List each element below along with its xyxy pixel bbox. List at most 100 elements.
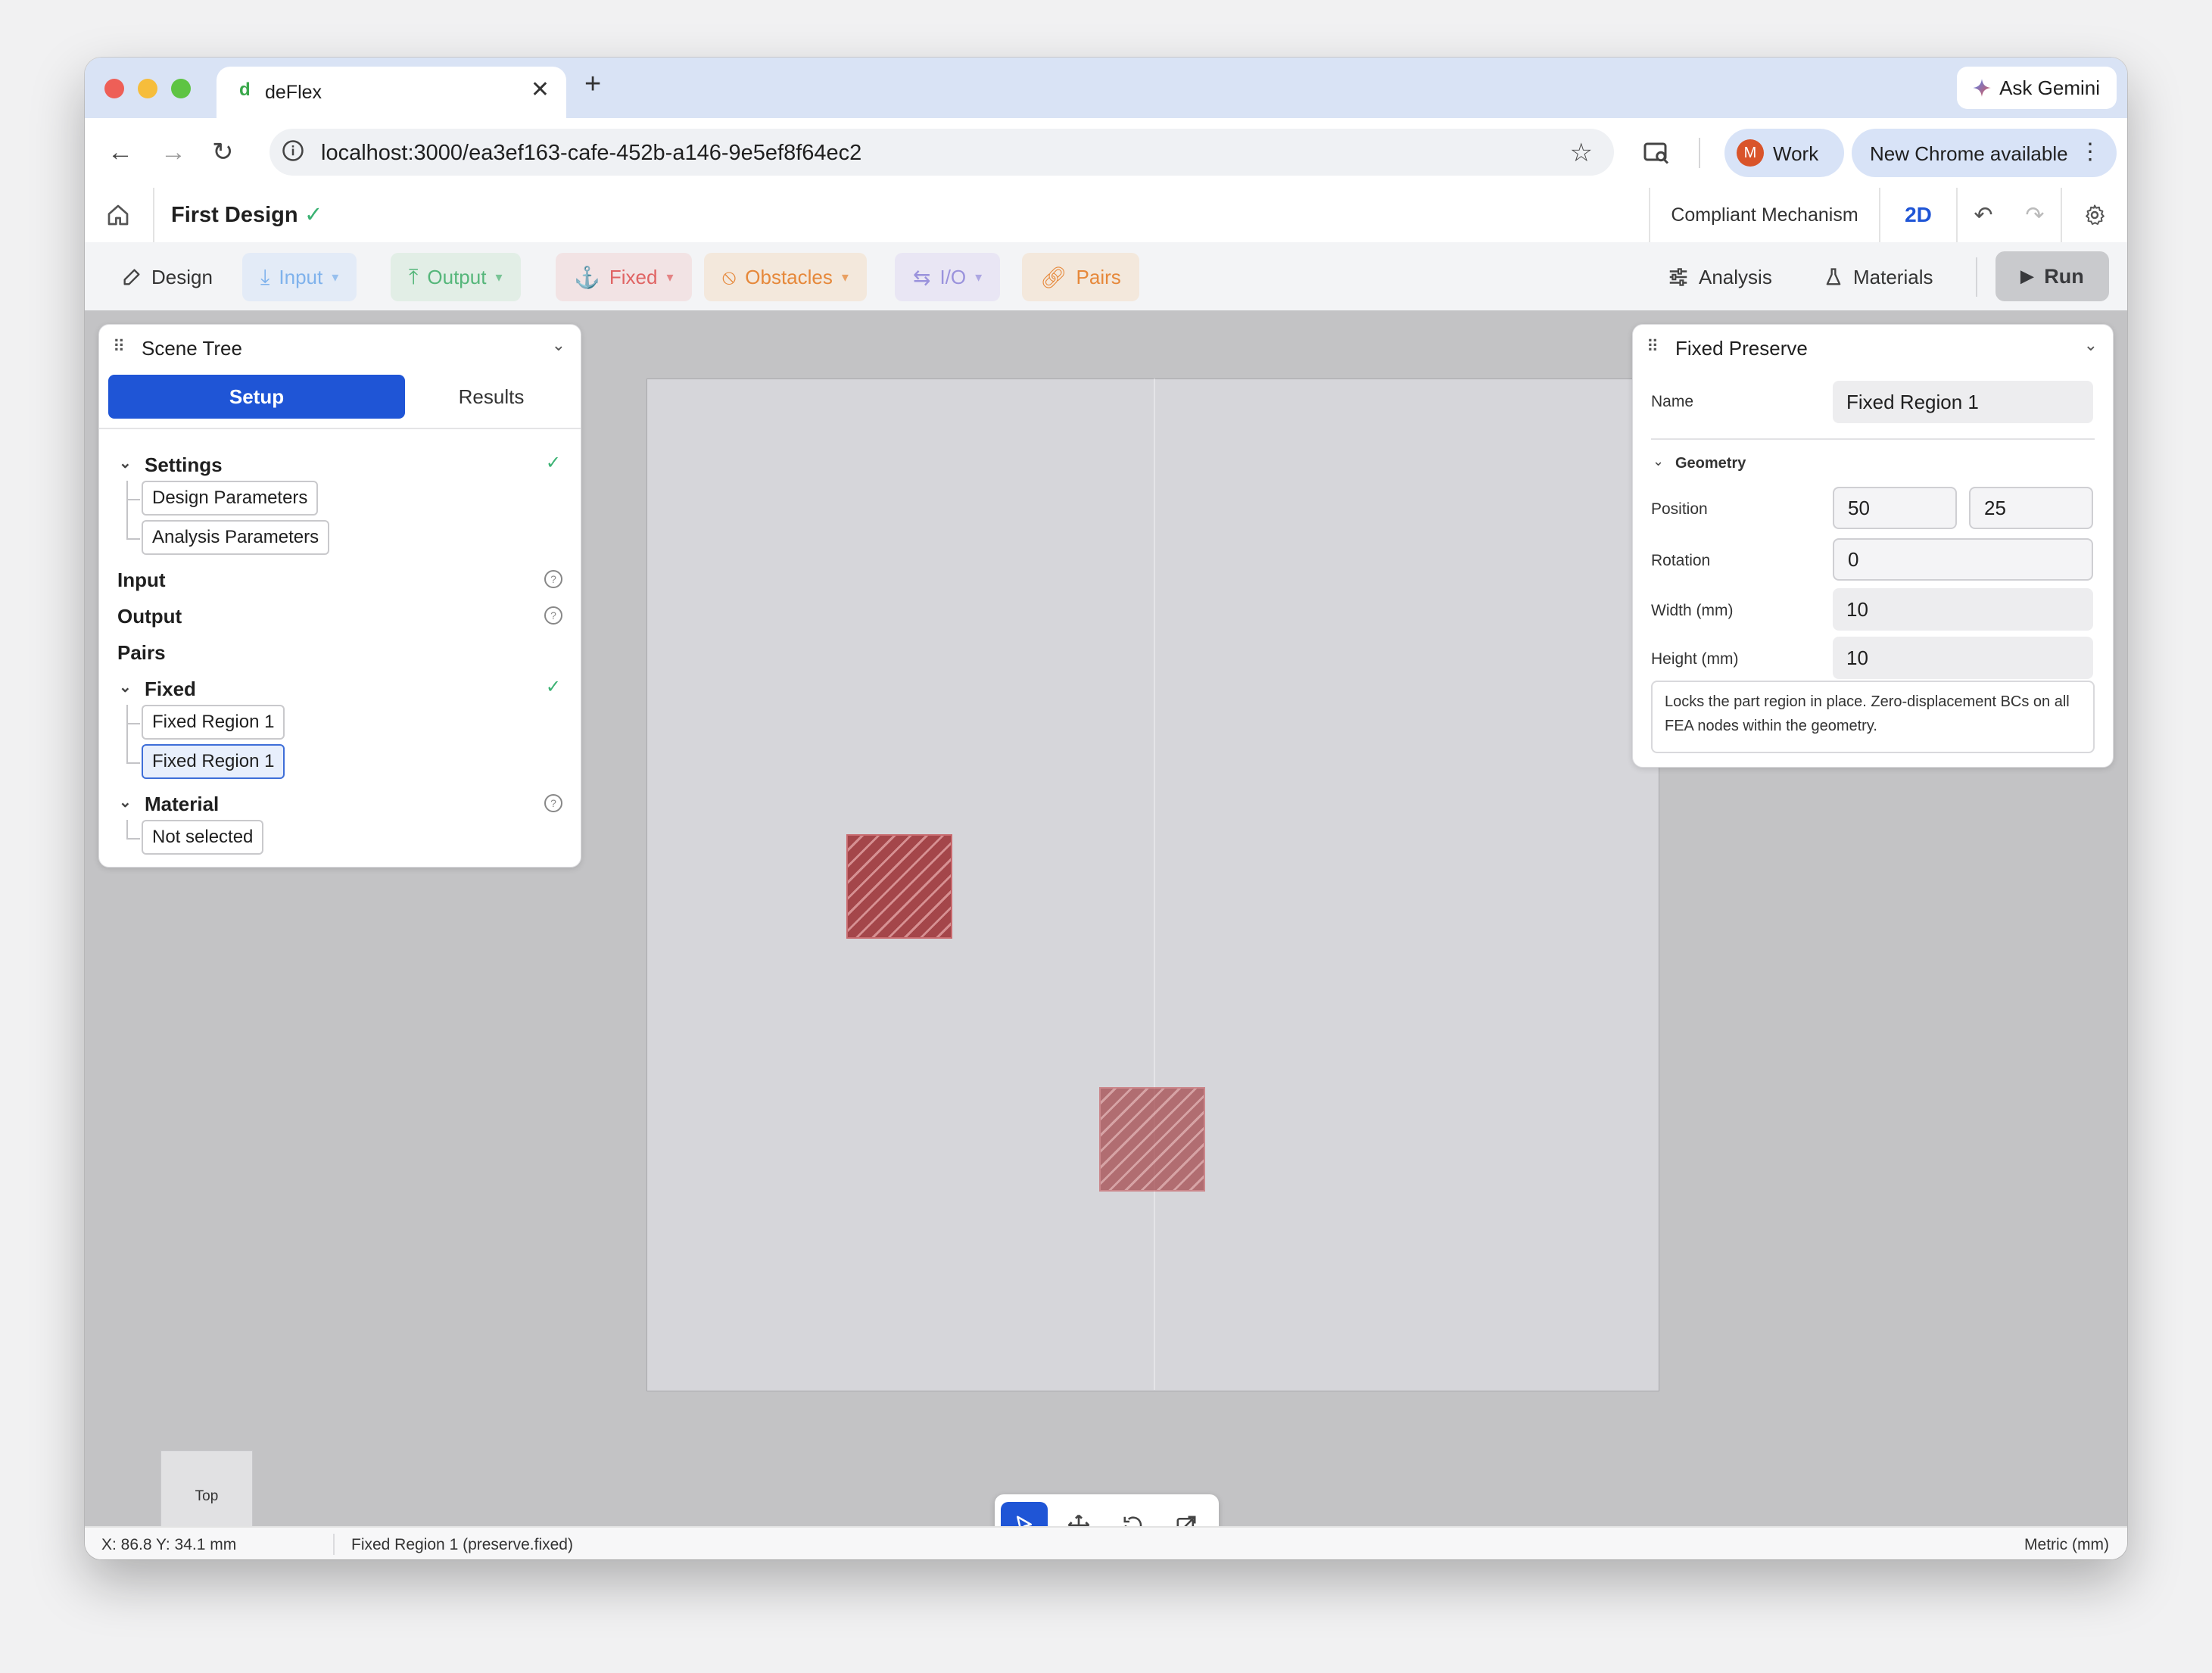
panel-header[interactable]: ⠿ Fixed Preserve ⌄ — [1633, 325, 2113, 369]
site-info-icon[interactable] — [282, 139, 304, 162]
tree-node-fixed[interactable]: ⌄ Fixed ✓ — [99, 671, 581, 705]
name-field[interactable]: Fixed Region 1 — [1833, 381, 2093, 423]
geometry-section-label[interactable]: Geometry — [1675, 455, 1746, 472]
help-icon[interactable]: ? — [544, 570, 562, 588]
tab-close-icon[interactable]: ✕ — [531, 79, 550, 101]
tree-item-design-parameters[interactable]: Design Parameters — [142, 481, 319, 516]
tree-item-fixed-region[interactable]: Fixed Region 1 — [142, 705, 285, 740]
position-y-field[interactable]: 25 — [1969, 487, 2093, 529]
fixed-region-1[interactable] — [846, 834, 952, 939]
position-x-field[interactable]: 50 — [1833, 487, 1957, 529]
tree-node-material[interactable]: ⌄ Material ? — [99, 787, 581, 820]
new-tab-icon[interactable]: + — [584, 70, 601, 98]
chevron-down-icon[interactable]: ⌄ — [119, 793, 132, 812]
rotate-tool-button[interactable] — [1110, 1502, 1157, 1526]
chevron-down-icon[interactable]: ⌄ — [119, 678, 132, 696]
forward-icon[interactable]: → — [160, 139, 186, 165]
minimize-window-button[interactable] — [138, 79, 157, 98]
bookmark-star-icon[interactable]: ☆ — [1570, 138, 1593, 168]
play-icon: ▶ — [2020, 266, 2034, 285]
tree-node-pairs[interactable]: Pairs — [99, 635, 581, 668]
check-icon: ✓ — [545, 677, 561, 697]
collapse-chevron-icon[interactable]: ⌄ — [552, 335, 565, 355]
height-field[interactable]: 10 — [1833, 637, 2093, 679]
saved-check-icon: ✓ — [304, 203, 323, 227]
lens-search-icon[interactable] — [1643, 139, 1670, 167]
toolbar-divider — [1699, 138, 1700, 168]
url-text[interactable]: localhost:3000/ea3ef163-cafe-452b-a146-9… — [321, 141, 861, 166]
home-button[interactable] — [85, 188, 154, 242]
obstacles-dropdown[interactable]: ⦸ Obstacles ▾ — [704, 253, 867, 301]
select-tool-button[interactable] — [1001, 1502, 1048, 1526]
ask-gemini-button[interactable]: Ask Gemini — [1957, 67, 2117, 109]
close-window-button[interactable] — [104, 79, 124, 98]
fixed-dropdown[interactable]: ⚓ Fixed ▾ — [556, 253, 692, 301]
design-title[interactable]: First Design — [171, 203, 298, 228]
tab-results[interactable]: Results — [411, 375, 572, 419]
fixed-label: Fixed — [609, 265, 658, 288]
address-bar[interactable]: localhost:3000/ea3ef163-cafe-452b-a146-9… — [269, 129, 1614, 176]
viewport[interactable]: Top ⠿ Scene Tree ⌄ Setup Results ⌄ Setti… — [85, 310, 2127, 1526]
mode-selector[interactable]: Compliant Mechanism — [1649, 188, 1879, 242]
redo-icon[interactable]: ↷ — [2025, 202, 2044, 229]
divider — [333, 1534, 335, 1555]
name-label: Name — [1651, 393, 1694, 410]
view-cube[interactable]: Top — [160, 1450, 253, 1526]
drag-handle-icon[interactable]: ⠿ — [113, 337, 125, 357]
fixed-region-1-selected[interactable] — [1099, 1087, 1205, 1192]
tab-setup[interactable]: Setup — [108, 375, 405, 419]
tree-node-label: Material — [145, 793, 220, 815]
tree-item-analysis-parameters[interactable]: Analysis Parameters — [142, 520, 330, 555]
io-dropdown[interactable]: ⇆ I/O ▾ — [895, 253, 1001, 301]
rotate-icon — [1123, 1516, 1142, 1526]
tab-title: deFlex — [265, 82, 322, 103]
view-toggle[interactable]: 2D — [1879, 188, 1956, 242]
design-domain[interactable] — [646, 379, 1659, 1391]
undo-icon[interactable]: ↶ — [1974, 202, 1992, 229]
back-icon[interactable]: ← — [107, 139, 133, 165]
kebab-menu-icon[interactable]: ⋮ — [2079, 139, 2101, 165]
tree-item-material[interactable]: Not selected — [142, 820, 264, 855]
history-controls: ↶ ↷ — [1956, 188, 2061, 242]
drag-handle-icon[interactable]: ⠿ — [1647, 337, 1659, 357]
analysis-button[interactable]: Analysis — [1649, 253, 1790, 301]
design-button[interactable]: Design — [103, 253, 231, 301]
avatar: M — [1737, 139, 1764, 167]
help-icon[interactable]: ? — [544, 794, 562, 812]
design-label: Design — [151, 265, 213, 288]
prohibited-icon: ⦸ — [722, 264, 737, 288]
pairs-button[interactable]: 🔗︎ Pairs — [1022, 253, 1139, 301]
materials-button[interactable]: Materials — [1805, 253, 1951, 301]
tree-node-settings[interactable]: ⌄ Settings ✓ — [99, 447, 581, 481]
tree-node-output[interactable]: Output ? — [99, 599, 581, 632]
tree-connector — [126, 499, 140, 540]
units-indicator[interactable]: Metric (mm) — [2024, 1536, 2109, 1554]
help-icon[interactable]: ? — [544, 606, 562, 625]
pointer-icon — [1017, 1516, 1032, 1526]
analysis-label: Analysis — [1699, 265, 1772, 288]
input-dropdown[interactable]: ⤓ Input ▾ — [242, 253, 357, 301]
reload-icon[interactable]: ↻ — [212, 139, 234, 165]
browser-tab[interactable]: d deFlex ✕ — [217, 67, 566, 118]
rotation-field[interactable]: 0 — [1833, 538, 2093, 581]
settings-button[interactable] — [2061, 188, 2127, 242]
chevron-down-icon[interactable]: ⌄ — [1653, 453, 1664, 469]
run-button[interactable]: ▶ Run — [1995, 251, 2109, 301]
profile-label: Work — [1773, 142, 1819, 165]
io-label: I/O — [939, 265, 967, 288]
maximize-window-button[interactable] — [171, 79, 191, 98]
collapse-chevron-icon[interactable]: ⌄ — [2084, 335, 2098, 355]
scale-tool-button[interactable] — [1163, 1502, 1210, 1526]
toolbar-divider — [1976, 257, 1977, 297]
chrome-update-button[interactable]: New Chrome available ⋮ — [1852, 129, 2117, 177]
output-dropdown[interactable]: ⤒ Output ▾ — [391, 253, 521, 301]
tree-item-fixed-region-selected[interactable]: Fixed Region 1 — [142, 744, 285, 779]
move-tool-button[interactable] — [1055, 1502, 1102, 1526]
resize-icon — [1176, 1516, 1196, 1526]
chevron-down-icon[interactable]: ⌄ — [119, 453, 132, 472]
scene-tree-title: Scene Tree — [142, 337, 242, 360]
panel-header[interactable]: ⠿ Scene Tree ⌄ — [99, 325, 581, 369]
width-field[interactable]: 10 — [1833, 588, 2093, 631]
tree-node-input[interactable]: Input ? — [99, 562, 581, 596]
profile-button[interactable]: M Work — [1724, 129, 1844, 177]
